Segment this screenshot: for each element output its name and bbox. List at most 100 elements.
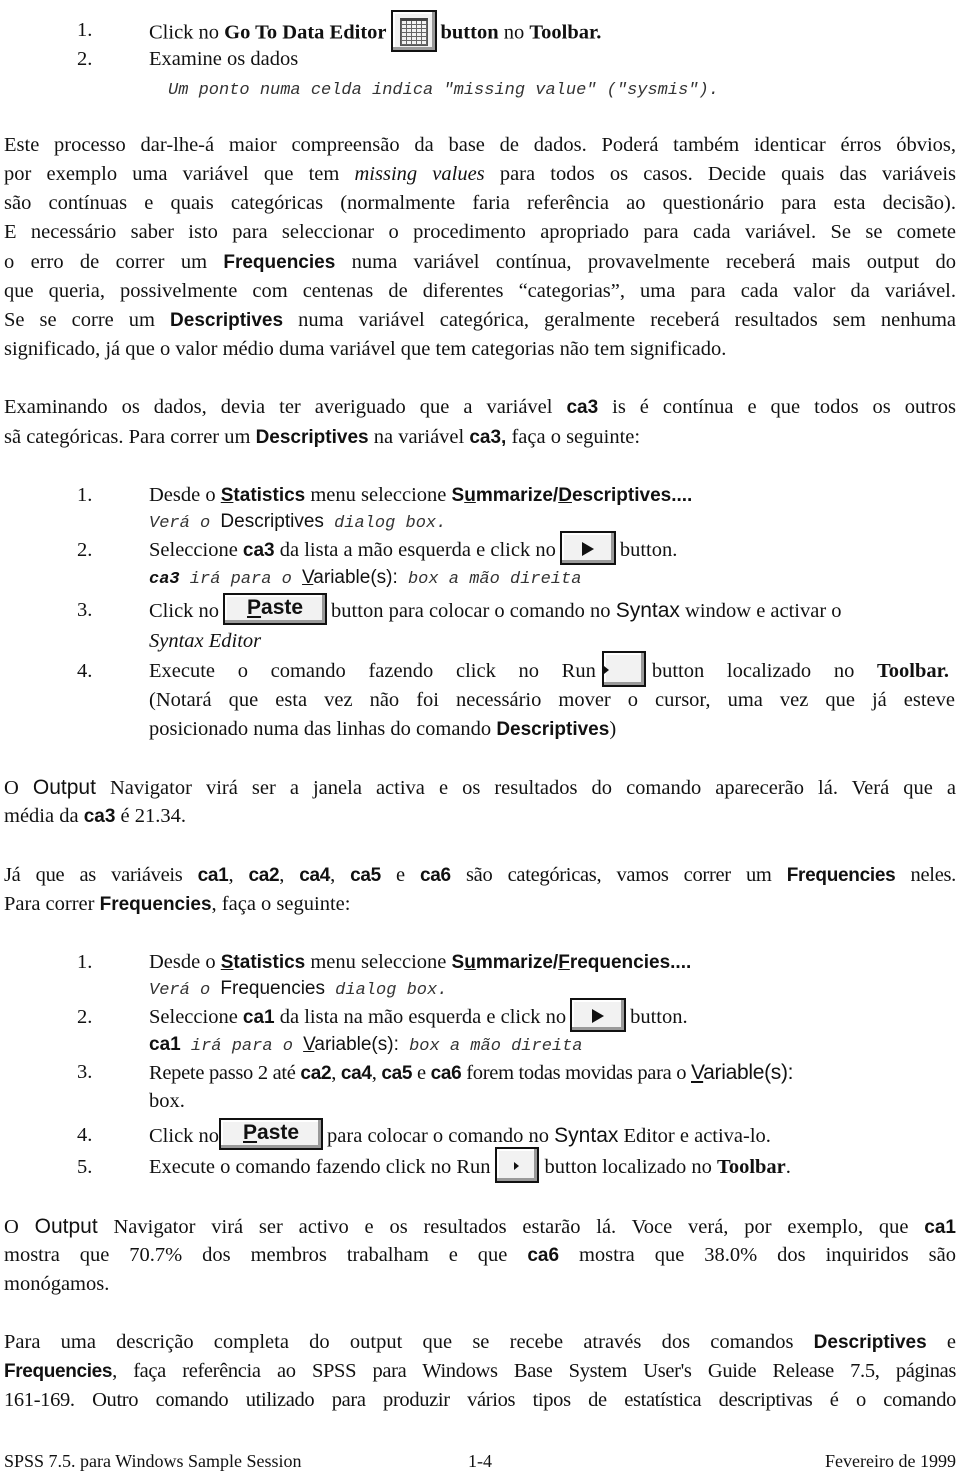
paragraph-line: significado, já que o valor médio duma v… [4,335,726,364]
text: Se se corre um [4,309,171,331]
paragraph-line: por exemplo uma variável que tem missing… [4,160,956,189]
command-name: Descriptives [170,310,284,331]
variable-name: ca6 [420,865,451,886]
paragraph-line: E necessário saber isto para seleccionar… [4,218,956,247]
step-descriptives-menu: Desde o Statistics menu seleccione Summa… [149,481,692,510]
paragraph-line: o erro de correr um Frequencies numa var… [4,248,956,277]
paragraph-line: Examinando os dados, devia ter averiguad… [4,393,956,422]
text: O [4,777,33,799]
text: tatistics [233,485,306,506]
text: Execute o comando fazendo click no Run [149,1156,491,1178]
statistics-menu[interactable]: Statistics [221,952,306,973]
text: neles. [895,864,957,886]
step-number: 1. [77,484,93,506]
text: button localizado no [544,1156,718,1178]
mnemonic: S [220,485,234,506]
step-frequencies-menu: Desde o Statistics menu seleccione Summa… [149,948,691,977]
text: o erro de correr um [4,251,224,273]
text: Este processo dar-lhe-á maior compreensã… [4,134,956,156]
text: S [451,952,465,973]
button-label: aste [257,1121,300,1145]
text: irá para o [180,1037,304,1056]
right-arrow-icon [592,1009,605,1024]
text: da lista a mão esquerda e click no [274,539,556,561]
step-note: ca1 irá para o Variable(s): box a mão di… [149,1033,583,1058]
step-paste: Click no Paste para colocar o comando no S… [149,1118,771,1151]
command-name: Frequencies [223,252,336,273]
text: Execute o comando fazendo click no Run [149,660,596,682]
mnemonic: S [220,952,234,973]
paragraph-line: Para correr Frequencies, faça o seguinte… [4,890,350,919]
paragraph-line: O Output Navigator virá ser activo e os … [4,1212,956,1242]
window-name: Syntax [554,1124,619,1147]
mnemonic: V [302,567,314,588]
move-variable-button[interactable] [570,998,627,1033]
paragraph-line: Este processo dar-lhe-á maior compreensã… [4,131,956,160]
text: faça o seguinte: [506,426,641,448]
mnemonic: P [247,596,262,620]
mnemonic: F [558,952,570,973]
text: dialog box. [324,981,448,1000]
variable-name: ca6 [527,1245,560,1266]
text: tatistics [233,952,306,973]
text: Verá o [149,981,221,1000]
text: button localizado no [651,660,878,682]
move-variable-button[interactable] [559,531,616,566]
run-icon [603,666,609,675]
text: window e activar o [679,600,842,622]
menu-path-summarize-descriptives[interactable]: Summarize/Descriptives.... [452,485,693,506]
text: para todos os casos. Decide quais das va… [484,163,956,185]
variable-name: ca3 [149,570,180,589]
mnemonic: V [303,1034,315,1055]
text: , [330,864,351,886]
mean-value: é 21.34. [115,805,187,827]
text: Para uma descrição completa do output qu… [4,1331,814,1353]
step-continuation: posicionado numa das linhas do comando D… [149,715,616,744]
dialog-name: Descriptives [220,511,324,532]
step-note: ca3 irá para o Variable(s): box a mão di… [149,566,581,591]
paragraph-line: que queria, possivelmente com centenas d… [4,277,956,306]
paragraph-line: Para uma descrição completa do output qu… [4,1328,956,1357]
text: button. [630,1006,688,1028]
text: mmarize/ [475,485,559,506]
text: Navigator virá ser a janela activa e os … [95,777,956,799]
variable-name: ca1 [924,1217,956,1238]
step-number: 1. [77,951,93,973]
step-number: 4. [77,1124,93,1146]
footer-left: SPSS 7.5. para Windows Sample Session [4,1451,302,1471]
text: mostra que 38.0% dos inquiridos são [559,1244,957,1266]
text: Desde o [149,484,221,506]
toolbar-word: Toolbar [717,1156,786,1178]
text: numa variável contínua, provavelmente re… [335,251,956,273]
text: , [279,864,300,886]
variable-name: ca3, [469,427,507,448]
window-name: Output [32,776,96,799]
step-number: 3. [77,1061,93,1083]
paste-button[interactable]: Paste [223,593,328,626]
step-select-ca3: Seleccione ca3 da lista a mão esquerda e… [149,531,677,566]
paragraph-line: 161-169. Outro comando utilizado para pr… [4,1386,956,1415]
step-repeat: Repete passo 2 até ca2, ca4, ca5 e ca6 f… [149,1058,794,1088]
statistics-menu[interactable]: Statistics [221,485,306,506]
variable-name: ca5 [381,1063,413,1084]
variable-name: ca3 [242,540,275,561]
step-run: Execute o comando fazendo click no Run bu… [149,651,949,688]
step-note: Verá o Frequencies dialog box. [149,977,447,1002]
paragraph-line: mostra que 70.7% dos membros trabalham e… [4,1241,956,1270]
text: que queria, possivelmente com centenas d… [4,280,956,302]
text: Seleccione [149,539,243,561]
field-label: ariable(s): [313,567,398,588]
menu-path-summarize-frequencies[interactable]: Summarize/Frequencies.... [452,952,692,973]
step-number: 5. [77,1156,93,1178]
run-button[interactable] [494,1147,539,1184]
go-to-data-editor-button[interactable] [390,10,437,52]
text: Para correr [4,893,100,915]
command-name: Frequencies [4,1361,113,1382]
run-button[interactable] [601,651,646,688]
paste-button[interactable]: Paste [219,1118,324,1151]
italic-term: Syntax Editor [149,630,262,652]
text: , faça referência ao SPSS para Windows B… [112,1360,956,1382]
text: significado, já que o valor médio duma v… [4,338,727,360]
text: S [451,485,465,506]
mnemonic: V [691,1061,704,1084]
